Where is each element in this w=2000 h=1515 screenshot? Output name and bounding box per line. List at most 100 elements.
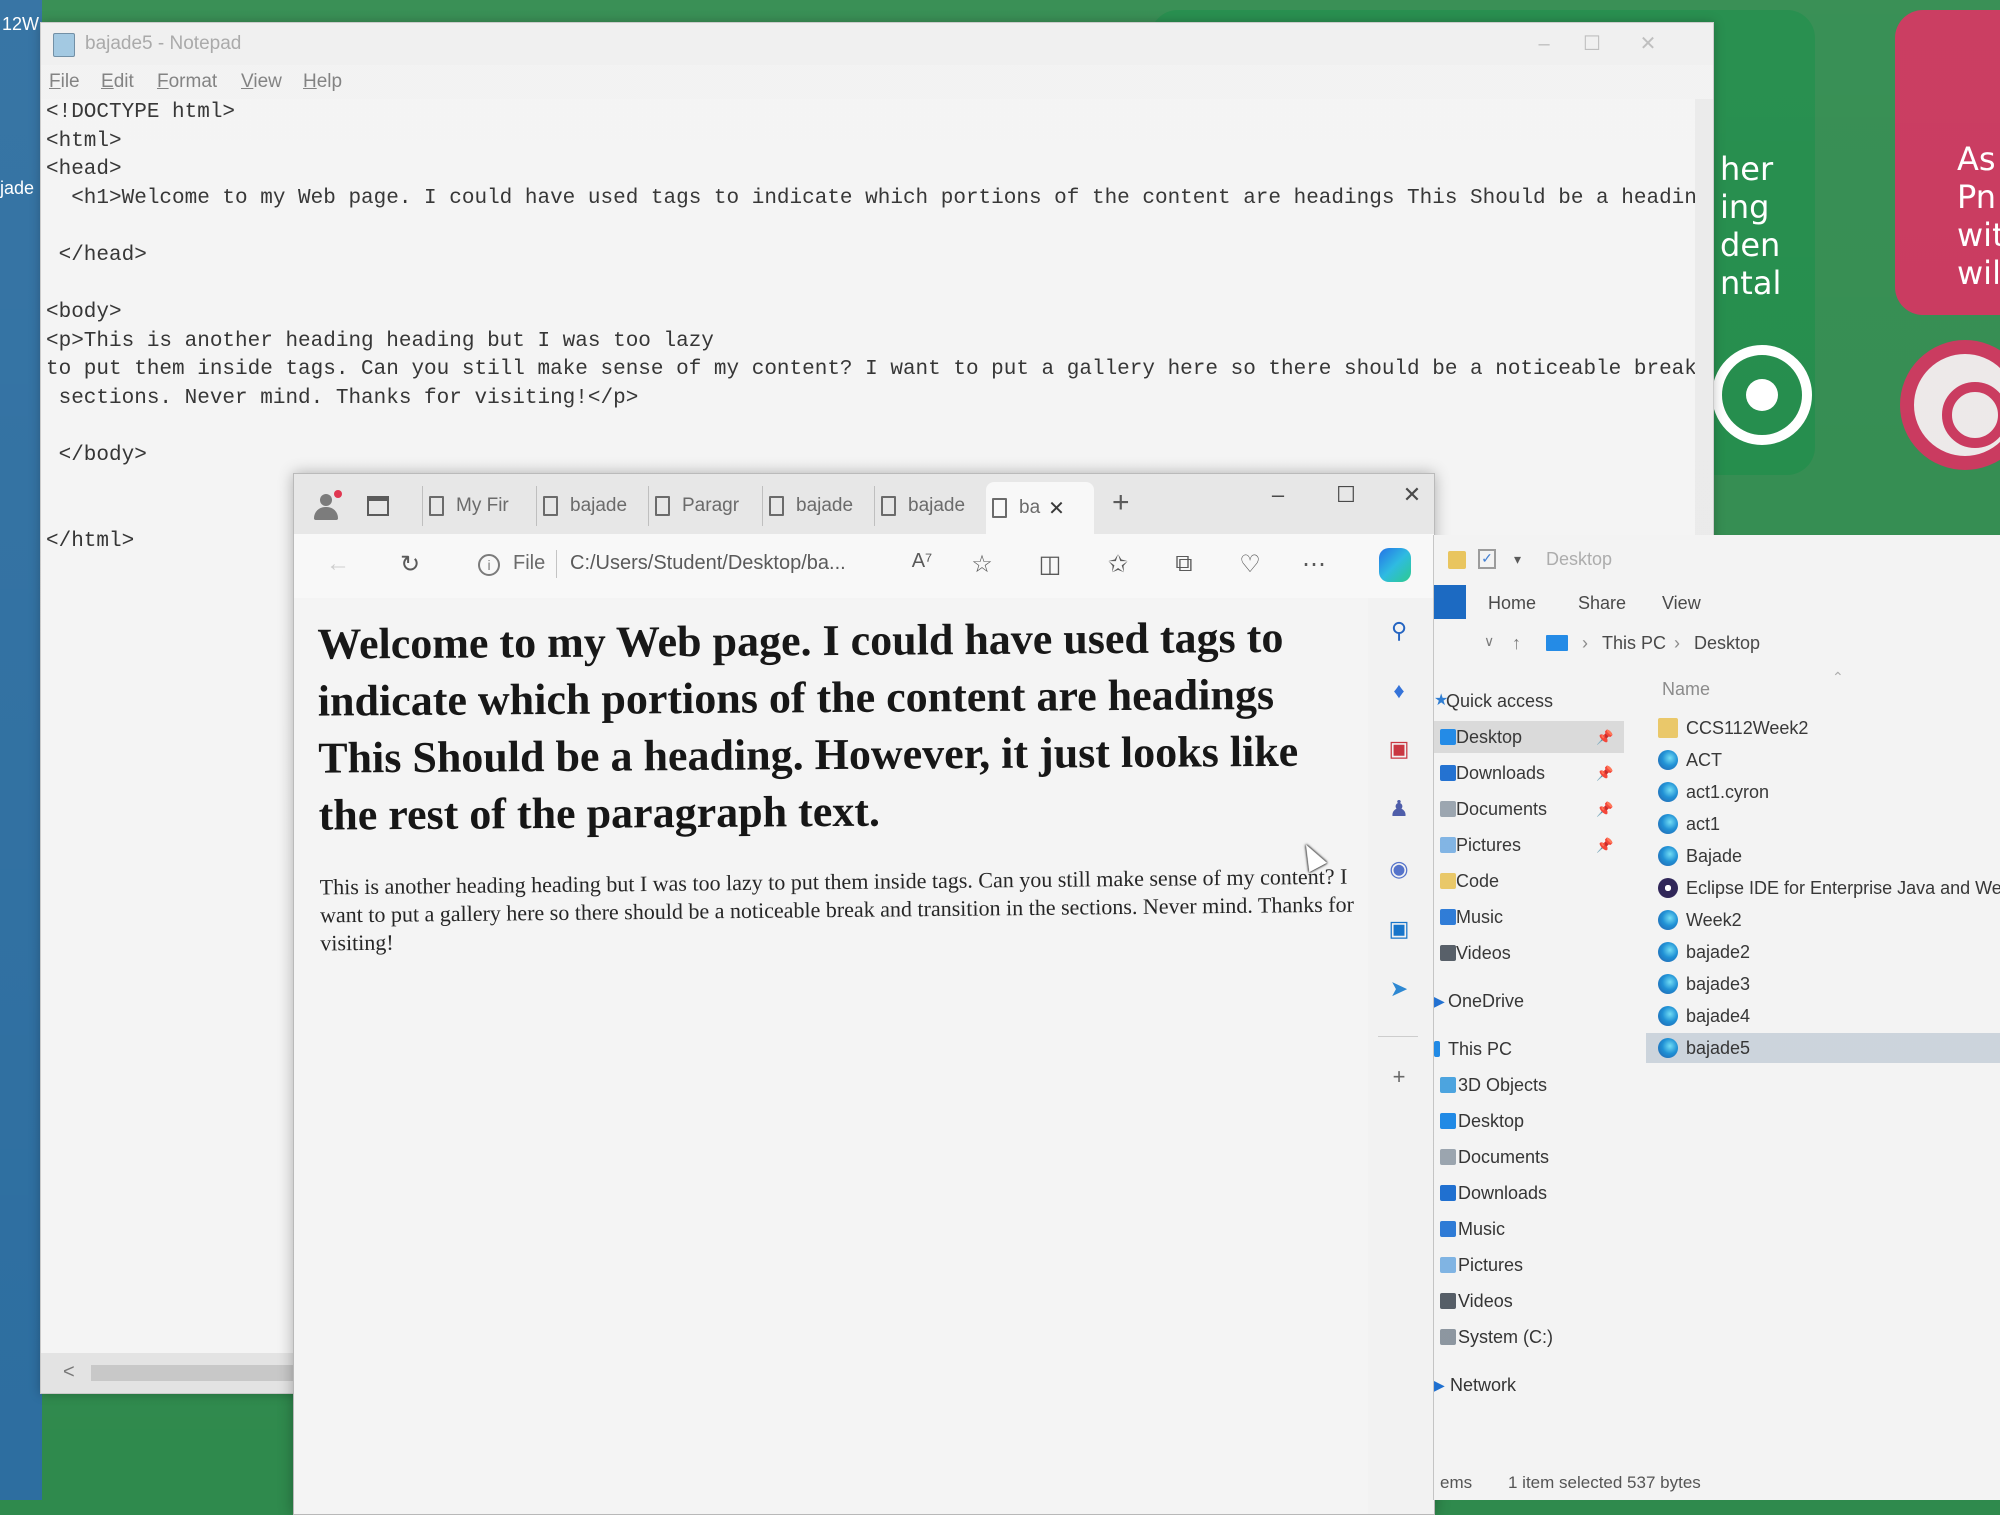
- file-row-selected[interactable]: bajade5: [1646, 1033, 2000, 1063]
- edge-file-icon: [1658, 910, 1678, 930]
- favorite-star-icon[interactable]: ☆: [966, 550, 998, 579]
- browser-tab-active[interactable]: ba ✕: [986, 482, 1094, 534]
- file-row[interactable]: ACT: [1646, 745, 2000, 775]
- nav-3d-objects[interactable]: 3D Objects: [1434, 1069, 1624, 1101]
- documents-icon: [1440, 801, 1456, 817]
- breadcrumb-desktop[interactable]: Desktop: [1694, 633, 1760, 654]
- browser-tab[interactable]: bajade: [762, 486, 867, 526]
- ribbon-tab-share[interactable]: Share: [1578, 593, 1626, 614]
- tab-actions-icon[interactable]: [367, 496, 389, 516]
- explorer-titlebar[interactable]: ✓ ▾ Desktop: [1434, 535, 2000, 585]
- browser-tab[interactable]: Paragr: [648, 486, 755, 526]
- add-icon[interactable]: +: [1384, 1064, 1414, 1092]
- properties-icon[interactable]: ✓: [1478, 549, 1496, 569]
- chevron-down-icon[interactable]: ▾: [1514, 551, 1521, 568]
- nav-onedrive[interactable]: ▶ OneDrive: [1434, 985, 1624, 1017]
- eye-icon: [1712, 345, 1812, 445]
- nav-pc-pictures[interactable]: Pictures: [1434, 1249, 1624, 1281]
- nav-pictures[interactable]: Pictures 📌: [1434, 829, 1624, 861]
- back-icon[interactable]: ←: [322, 550, 354, 578]
- minimize-button[interactable]: –: [1521, 29, 1567, 59]
- copilot-icon[interactable]: [1379, 548, 1411, 582]
- tag-icon[interactable]: ♦: [1384, 678, 1414, 706]
- file-explorer-window[interactable]: ✓ ▾ Desktop Home Share View ∨ ↑ › This P…: [1433, 535, 2000, 1500]
- nav-downloads[interactable]: Downloads 📌: [1434, 757, 1624, 789]
- videos-icon: [1440, 945, 1456, 961]
- column-header-name[interactable]: Name: [1662, 679, 1710, 700]
- file-row[interactable]: Week2: [1646, 905, 2000, 935]
- menu-edit[interactable]: Edit: [101, 71, 134, 93]
- nav-pc-videos[interactable]: Videos: [1434, 1285, 1624, 1317]
- sort-chevron-icon: ⌃: [1832, 669, 1844, 685]
- file-row[interactable]: act1: [1646, 809, 2000, 839]
- browser-window[interactable]: My Fir bajade Paragr bajade bajade ba ✕ …: [293, 473, 1435, 1515]
- refresh-icon[interactable]: ↻: [394, 550, 426, 579]
- browser-tab[interactable]: bajade: [536, 486, 641, 526]
- scroll-left-icon[interactable]: <: [63, 1361, 75, 1384]
- new-tab-button[interactable]: +: [1112, 486, 1130, 520]
- sidebar-divider: [1378, 1036, 1418, 1037]
- folder-icon: [1448, 551, 1466, 569]
- split-screen-icon[interactable]: ◫: [1034, 550, 1066, 579]
- menu-file[interactable]: File: [49, 71, 80, 93]
- drive-icon: [1440, 1329, 1456, 1345]
- nav-this-pc[interactable]: This PC: [1434, 1033, 1624, 1065]
- nav-videos[interactable]: Videos: [1434, 937, 1624, 969]
- close-button[interactable]: ✕: [1392, 482, 1432, 508]
- ribbon-tab-view[interactable]: View: [1662, 593, 1701, 614]
- document-icon: [769, 496, 784, 516]
- maximize-button[interactable]: ☐: [1569, 29, 1615, 59]
- status-selection: 1 item selected 537 bytes: [1508, 1473, 1701, 1492]
- nav-network[interactable]: ▶ Network: [1434, 1369, 1624, 1401]
- nav-code[interactable]: Code: [1434, 865, 1624, 897]
- people-icon[interactable]: ♟: [1384, 796, 1414, 824]
- tools-icon[interactable]: ▣: [1384, 736, 1414, 764]
- breadcrumb-this-pc[interactable]: This PC: [1602, 633, 1666, 654]
- recent-locations-icon[interactable]: ∨: [1484, 633, 1494, 650]
- explorer-address-bar[interactable]: ∨ ↑ › This PC › Desktop: [1434, 623, 2000, 667]
- collections-icon[interactable]: ⧉: [1168, 550, 1200, 578]
- outlook-icon[interactable]: ▣: [1384, 916, 1414, 944]
- profile-icon[interactable]: [314, 490, 342, 520]
- info-icon[interactable]: i: [478, 554, 500, 576]
- close-tab-icon[interactable]: ✕: [1048, 496, 1065, 521]
- ribbon-tab-home[interactable]: Home: [1488, 593, 1536, 614]
- document-icon: [992, 498, 1007, 518]
- file-row[interactable]: act1.cyron: [1646, 777, 2000, 807]
- read-aloud-icon[interactable]: A⁷: [906, 550, 938, 573]
- address-bar[interactable]: C:/Users/Student/Desktop/ba...: [570, 552, 846, 575]
- nav-pc-downloads[interactable]: Downloads: [1434, 1177, 1624, 1209]
- nav-system-drive[interactable]: System (C:): [1434, 1321, 1624, 1353]
- ribbon-file-tab[interactable]: [1434, 585, 1466, 619]
- nav-pc-documents[interactable]: Documents: [1434, 1141, 1624, 1173]
- nav-music[interactable]: Music: [1434, 901, 1624, 933]
- minimize-button[interactable]: –: [1258, 482, 1298, 508]
- menu-view[interactable]: View: [241, 71, 282, 93]
- up-arrow-icon[interactable]: ↑: [1512, 633, 1521, 654]
- file-row[interactable]: bajade2: [1646, 937, 2000, 967]
- nav-documents[interactable]: Documents 📌: [1434, 793, 1624, 825]
- nav-pc-desktop[interactable]: Desktop: [1434, 1105, 1624, 1137]
- nav-desktop[interactable]: Desktop 📌: [1434, 721, 1624, 753]
- nav-pc-music[interactable]: Music: [1434, 1213, 1624, 1245]
- scroll-thumb[interactable]: [91, 1365, 311, 1381]
- more-options-icon[interactable]: ⋯: [1298, 550, 1330, 579]
- favorites-icon[interactable]: ✩: [1102, 550, 1134, 579]
- send-icon[interactable]: ➤: [1384, 976, 1414, 1004]
- file-row[interactable]: bajade3: [1646, 969, 2000, 999]
- browser-tab[interactable]: bajade: [874, 486, 979, 526]
- file-row[interactable]: CCS112Week2: [1646, 713, 2000, 743]
- browser-essentials-icon[interactable]: ♡: [1234, 550, 1266, 579]
- close-button[interactable]: ✕: [1625, 29, 1671, 59]
- nav-quick-access[interactable]: ★ Quick access: [1434, 685, 1624, 717]
- office-icon[interactable]: ◉: [1384, 856, 1414, 884]
- menu-format[interactable]: Format: [157, 71, 217, 93]
- search-icon[interactable]: ⚲: [1384, 618, 1414, 646]
- file-row[interactable]: Eclipse IDE for Enterprise Java and Web …: [1646, 873, 2000, 903]
- file-row[interactable]: bajade4: [1646, 1001, 2000, 1031]
- browser-tab[interactable]: My Fir: [422, 486, 529, 526]
- file-row[interactable]: Bajade: [1646, 841, 2000, 871]
- menu-help[interactable]: Help: [303, 71, 342, 93]
- notepad-titlebar[interactable]: bajade5 - Notepad – ☐ ✕: [41, 23, 1713, 65]
- maximize-button[interactable]: ☐: [1326, 482, 1366, 508]
